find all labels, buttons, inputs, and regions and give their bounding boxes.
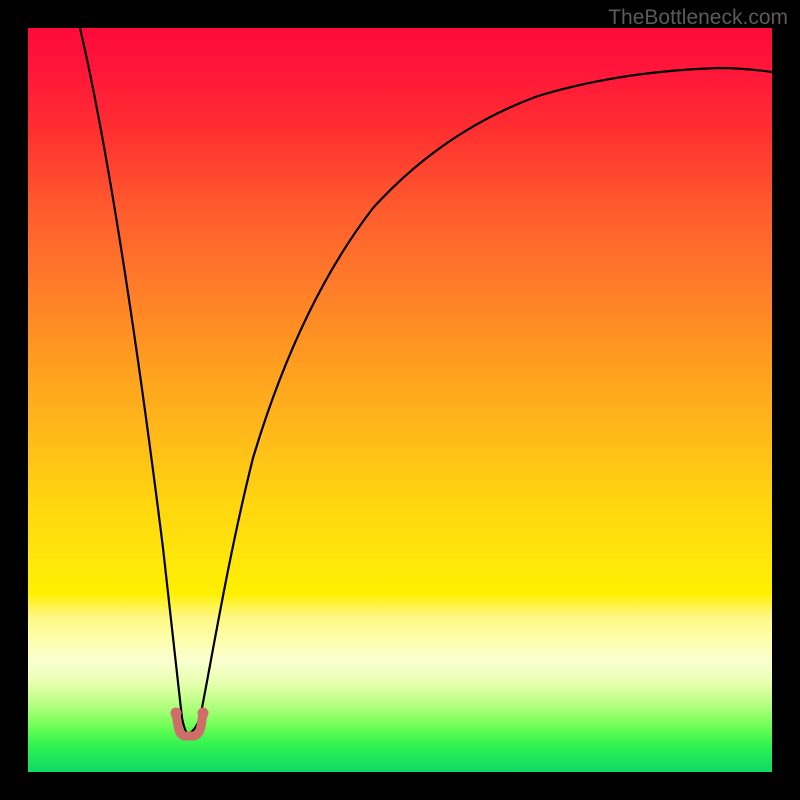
bottleneck-curve	[80, 28, 772, 733]
curve-layer	[28, 28, 772, 772]
watermark-text: TheBottleneck.com	[608, 6, 788, 30]
minimum-marker	[171, 708, 209, 737]
plot-area	[28, 28, 772, 772]
chart-container: TheBottleneck.com	[0, 0, 800, 800]
